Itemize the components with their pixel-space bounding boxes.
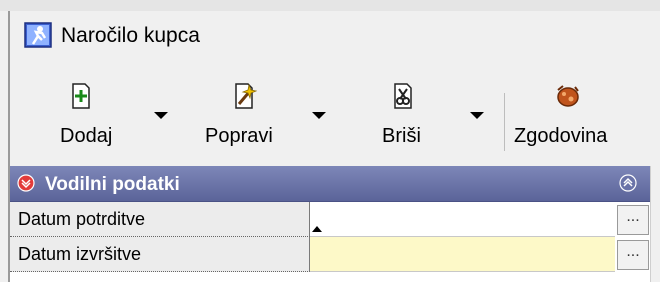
datum-potrditve-picker-button[interactable]: ... xyxy=(617,205,649,235)
datum-potrditve-input[interactable] xyxy=(310,202,615,237)
edit-button[interactable]: Popravi xyxy=(205,83,285,156)
add-dropdown-chevron-down-icon[interactable] xyxy=(154,112,168,119)
field-label: Datum potrditve xyxy=(18,209,146,229)
add-document-icon xyxy=(72,83,90,109)
field-row-datum-potrditve: Datum potrditve ... xyxy=(10,202,650,237)
delete-button[interactable]: Briši xyxy=(372,83,432,156)
field-label: Datum izvršitve xyxy=(18,244,142,264)
window-title: Naročilo kupca xyxy=(61,24,200,47)
field-label-cell: Datum izvršitve xyxy=(10,237,310,272)
datum-izvrsitve-input[interactable] xyxy=(310,237,615,272)
history-icon xyxy=(557,85,579,107)
section-title: Vodilni podatki xyxy=(45,174,180,195)
edit-wand-icon xyxy=(235,83,257,109)
history-button-label: Zgodovina xyxy=(514,125,608,147)
chevron-circle-down-icon[interactable] xyxy=(17,174,35,192)
delete-document-icon xyxy=(394,83,412,109)
chevron-circle-up-icon[interactable] xyxy=(619,174,637,192)
edit-button-label: Popravi xyxy=(205,125,273,147)
delete-dropdown-chevron-down-icon[interactable] xyxy=(470,112,484,119)
edit-dropdown-chevron-down-icon[interactable] xyxy=(312,112,326,119)
title-bar-strip xyxy=(0,0,660,11)
add-button[interactable]: Dodaj xyxy=(60,83,130,156)
customer-order-icon xyxy=(24,22,52,48)
text-cursor-marker xyxy=(312,226,322,232)
datum-izvrsitve-picker-button[interactable]: ... xyxy=(617,240,649,270)
add-button-label: Dodaj xyxy=(60,125,113,147)
field-row-datum-izvrsitve: Datum izvršitve ... xyxy=(10,237,650,272)
field-label-cell: Datum potrditve xyxy=(10,202,310,237)
delete-button-label: Briši xyxy=(382,125,421,147)
scrollbar-track[interactable] xyxy=(650,166,660,282)
history-button[interactable]: Zgodovina xyxy=(514,83,629,156)
toolbar-separator xyxy=(504,93,505,151)
